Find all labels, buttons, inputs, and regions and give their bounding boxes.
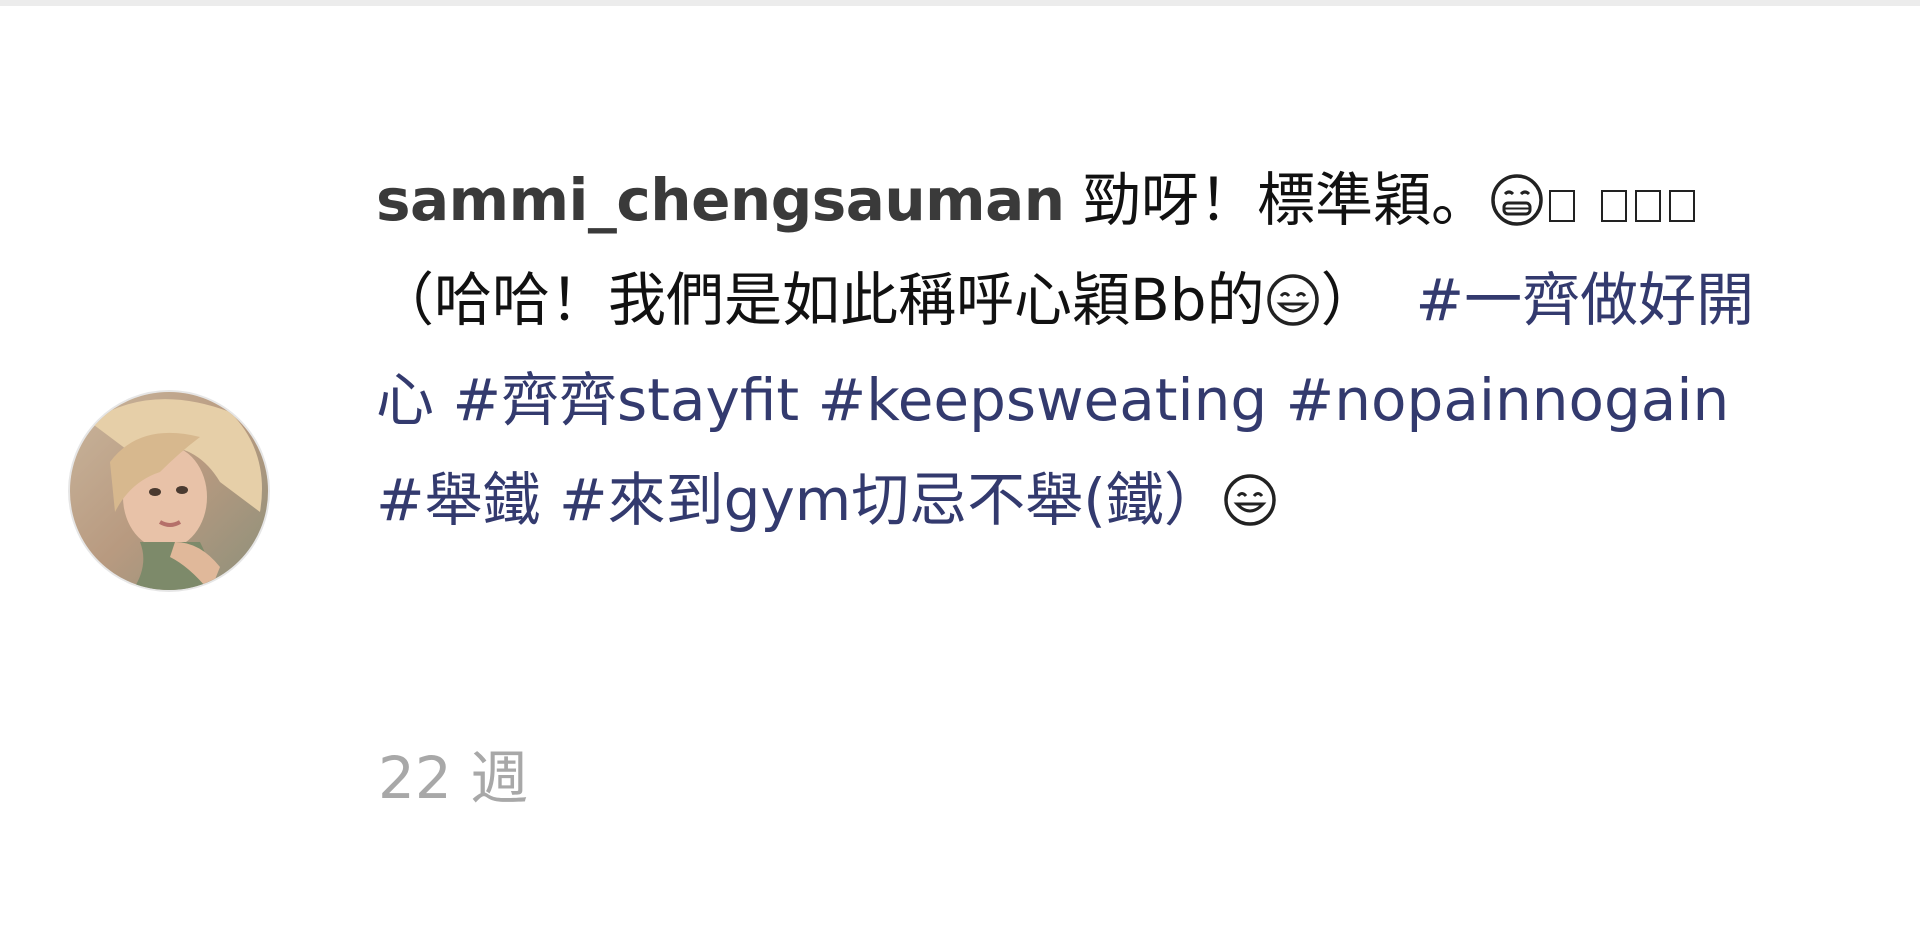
hashtag-link[interactable]: #來到gym切忌不舉(鐵） (559, 466, 1222, 534)
avatar-image (70, 392, 268, 590)
comment-text-paren: （哈哈！我們是如此稱呼心穎Bb的 (376, 266, 1265, 334)
missing-glyph-box (1601, 190, 1628, 222)
comment-text-paren-close: ） (1320, 266, 1379, 334)
avatar[interactable] (68, 390, 270, 592)
hashtag-link[interactable]: #keepsweating (818, 366, 1268, 434)
missing-glyph-box (1669, 190, 1696, 222)
username-link[interactable]: sammi_chengsauman (376, 166, 1065, 234)
hashtag-link[interactable]: #nopainnogain (1286, 366, 1730, 434)
comment-timestamp[interactable]: 22 週 (378, 738, 528, 818)
hashtag-link[interactable]: #齊齊stayfit (452, 366, 799, 434)
comment-text: sammi_chengsauman 勁呀！標準穎。 （哈哈！我們是如此稱呼心穎B… (376, 150, 1776, 550)
comment-body: sammi_chengsauman 勁呀！標準穎。 （哈哈！我們是如此稱呼心穎B… (376, 150, 1776, 550)
smiling-face-icon (1222, 458, 1278, 526)
missing-glyph-box (1635, 190, 1662, 222)
hashtag-link[interactable]: #舉鐵 (376, 466, 541, 534)
smiling-face-icon (1265, 258, 1321, 326)
grinning-face-icon (1489, 158, 1545, 226)
comment-text-line1: 勁呀！標準穎。 (1083, 166, 1490, 234)
missing-glyph-box (1549, 190, 1576, 222)
comment: sammi_chengsauman 勁呀！標準穎。 （哈哈！我們是如此稱呼心穎B… (0, 0, 1920, 933)
